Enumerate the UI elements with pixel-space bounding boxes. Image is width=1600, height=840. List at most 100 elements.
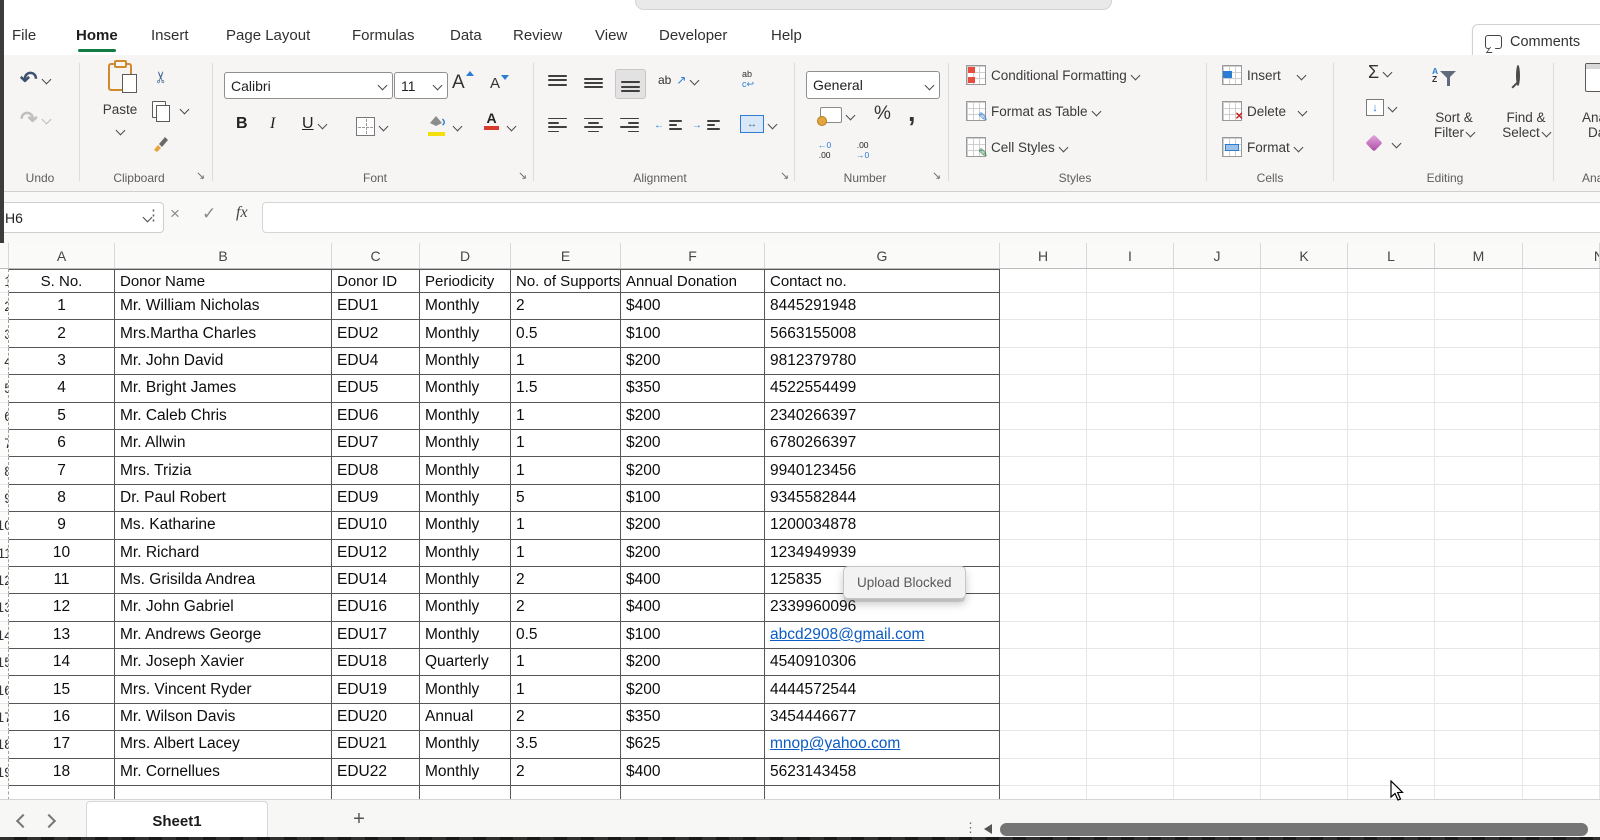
cell-donor-name[interactable]: Mr. Joseph Xavier (115, 649, 332, 676)
empty-cell[interactable] (1261, 704, 1348, 731)
column-header[interactable]: D (420, 243, 511, 268)
cell-donation[interactable]: $100 (621, 622, 765, 649)
cell-donor-id[interactable]: EDU8 (332, 457, 420, 484)
empty-cell[interactable] (1348, 375, 1435, 402)
empty-cell[interactable] (1000, 512, 1087, 539)
cell-periodicity[interactable]: Monthly (420, 731, 511, 758)
cell-contact[interactable]: 1200034878 (765, 512, 1000, 539)
analyze-data-button[interactable]: Analyze Data (1582, 110, 1600, 140)
cell-donation[interactable]: $200 (621, 676, 765, 703)
cell-donor-name[interactable]: Mr. John Gabriel (115, 594, 332, 621)
delete-cells-button[interactable]: Delete (1222, 101, 1306, 121)
conditional-formatting-button[interactable]: Conditional Formatting (966, 65, 1139, 85)
shrink-font-button[interactable]: A (490, 75, 509, 93)
cell-donor-name[interactable]: Mr. Andrews George (115, 622, 332, 649)
empty-cell[interactable] (1261, 293, 1348, 320)
empty-cell[interactable] (1435, 704, 1523, 731)
empty-cell[interactable] (1000, 676, 1087, 703)
cell-periodicity[interactable]: Annual (420, 704, 511, 731)
cell-donor-name[interactable]: Ms. Katharine (115, 512, 332, 539)
column-header[interactable]: A (9, 243, 115, 268)
cell-periodicity[interactable]: Monthly (420, 567, 511, 594)
bold-button[interactable]: B (236, 115, 248, 133)
empty-cell[interactable] (1000, 430, 1087, 457)
tab-file[interactable]: File (12, 20, 36, 50)
font-size-select[interactable]: 11 (394, 72, 448, 99)
empty-cell[interactable] (1087, 403, 1174, 430)
empty-cell[interactable] (1523, 430, 1600, 457)
redo-button[interactable]: ↷ (20, 107, 50, 132)
empty-cell[interactable] (1348, 676, 1435, 703)
empty-cell[interactable] (1087, 649, 1174, 676)
empty-cell[interactable] (1348, 457, 1435, 484)
empty-cell[interactable] (1000, 594, 1087, 621)
decrease-indent-button[interactable]: ← (654, 117, 682, 133)
cell-donor-id[interactable]: EDU10 (332, 512, 420, 539)
empty-cell[interactable] (1261, 540, 1348, 567)
cell-supports[interactable]: 2 (511, 293, 621, 320)
cell-supports[interactable]: 0.5 (511, 320, 621, 347)
cell-sno[interactable]: 1 (9, 293, 115, 320)
empty-cell[interactable] (1261, 649, 1348, 676)
empty-cell[interactable] (1261, 269, 1348, 293)
row-header[interactable]: 12 (0, 567, 9, 594)
column-header[interactable]: L (1348, 243, 1435, 268)
sheet-tab-sheet1[interactable]: Sheet1 (86, 801, 268, 840)
cell-periodicity[interactable]: Monthly (420, 293, 511, 320)
cell-periodicity[interactable]: Monthly (420, 512, 511, 539)
header-cell-contact[interactable]: Contact no. (765, 269, 1000, 293)
empty-cell[interactable] (1348, 704, 1435, 731)
empty-cell[interactable] (1523, 269, 1600, 293)
empty-cell[interactable] (1174, 512, 1261, 539)
header-cell-sno[interactable]: S. No. (9, 269, 115, 293)
empty-cell[interactable] (1523, 348, 1600, 375)
empty-cell[interactable] (1435, 375, 1523, 402)
empty-cell[interactable] (1261, 320, 1348, 347)
cut-button[interactable]: ✂ (155, 67, 168, 87)
empty-cell[interactable] (1261, 622, 1348, 649)
tab-help[interactable]: Help (771, 20, 802, 50)
empty-cell[interactable] (1523, 320, 1600, 347)
cell-donation[interactable]: $200 (621, 540, 765, 567)
empty-cell[interactable] (1000, 704, 1087, 731)
italic-button[interactable]: I (270, 115, 275, 133)
cell-donation[interactable]: $100 (621, 320, 765, 347)
row-header[interactable]: 1 (0, 269, 9, 293)
empty-cell[interactable] (1523, 457, 1600, 484)
grow-font-button[interactable]: A (452, 71, 474, 94)
align-right-button[interactable] (620, 117, 639, 133)
empty-cell[interactable] (1523, 485, 1600, 512)
row-header[interactable]: 8 (0, 457, 9, 484)
empty-cell[interactable] (1087, 430, 1174, 457)
cell-donor-name[interactable]: Mrs.Martha Charles (115, 320, 332, 347)
cell-supports[interactable]: 1.5 (511, 375, 621, 402)
row-header[interactable]: 18 (0, 731, 9, 758)
empty-cell[interactable] (1087, 731, 1174, 758)
cell-contact[interactable]: 4444572544 (765, 676, 1000, 703)
empty-cell[interactable] (1174, 485, 1261, 512)
format-cells-button[interactable]: Format (1222, 137, 1302, 157)
sort-filter-button[interactable]: Sort & Filter (1428, 110, 1480, 140)
empty-cell[interactable] (1174, 269, 1261, 293)
cell-supports[interactable]: 1 (511, 457, 621, 484)
column-header[interactable]: B (115, 243, 332, 268)
row-header[interactable]: 7 (0, 430, 9, 457)
cell-donor-id[interactable]: EDU9 (332, 485, 420, 512)
empty-cell[interactable] (1435, 759, 1523, 786)
empty-cell[interactable] (1000, 269, 1087, 293)
empty-cell[interactable] (1523, 375, 1600, 402)
cell-donation[interactable]: $200 (621, 649, 765, 676)
cell-donor-name[interactable]: Dr. Paul Robert (115, 485, 332, 512)
cell-donation[interactable]: $200 (621, 403, 765, 430)
cell-periodicity[interactable]: Monthly (420, 485, 511, 512)
empty-cell[interactable] (1348, 567, 1435, 594)
row-header[interactable]: 9 (0, 485, 9, 512)
cell-donation[interactable]: $200 (621, 348, 765, 375)
column-header[interactable]: K (1261, 243, 1348, 268)
row-header[interactable]: 10 (0, 512, 9, 539)
align-left-button[interactable] (548, 117, 567, 133)
row-header[interactable]: 15 (0, 649, 9, 676)
cell-donor-id[interactable]: EDU14 (332, 567, 420, 594)
empty-cell[interactable] (1000, 403, 1087, 430)
paste-button[interactable]: Paste (96, 63, 144, 139)
